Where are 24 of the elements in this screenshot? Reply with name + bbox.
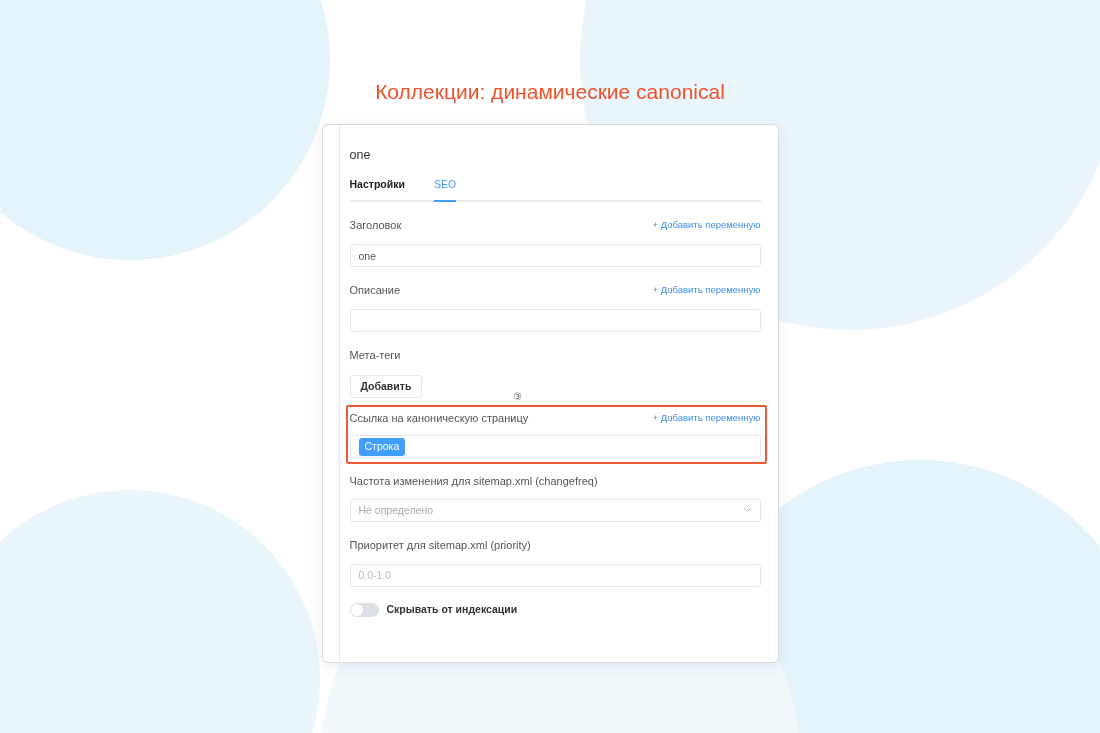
toggle-switch[interactable] xyxy=(349,602,379,617)
variable-tag: Строка xyxy=(358,438,406,456)
text-field[interactable]: 0.0-1.0 xyxy=(349,563,761,587)
field-label: Приоритет для sitemap.xml (priority) xyxy=(349,537,531,553)
add-variable-link[interactable]: + Добавить переменную xyxy=(652,283,761,298)
add-variable-link[interactable]: + Добавить переменную xyxy=(652,411,761,426)
field-label: Описание xyxy=(349,283,401,298)
panel-title: one xyxy=(349,146,372,164)
tab[interactable]: SEO xyxy=(433,177,457,202)
text-field[interactable] xyxy=(349,309,761,332)
field-label: Ссылка на каноническую страницу xyxy=(349,410,529,426)
page-heading: Коллекции: динамические canonical xyxy=(375,79,725,105)
field-label: Мета-теги xyxy=(349,348,401,363)
chevron-down-icon xyxy=(742,507,752,514)
tab[interactable]: Настройки xyxy=(349,177,405,202)
text-field[interactable]: one xyxy=(349,244,761,267)
tag-field[interactable]: Строка xyxy=(349,435,761,459)
toggle-label: Скрывать от индексации xyxy=(386,601,518,617)
add-variable-link[interactable]: + Добавить переменную xyxy=(652,218,761,233)
field-label: Заголовок xyxy=(349,218,402,233)
add-button[interactable]: Добавить xyxy=(349,374,423,398)
field-label: Частота изменения для sitemap.xml (changefreq) xyxy=(349,474,598,490)
select-field[interactable]: Не определено xyxy=(349,498,761,522)
step-marker: ③ xyxy=(512,391,522,402)
